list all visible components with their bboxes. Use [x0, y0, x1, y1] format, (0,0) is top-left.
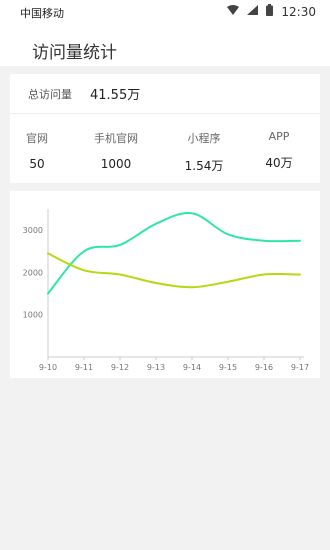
y-tick-label: 2000: [23, 268, 43, 277]
stat-mobile-website: 手机官网 1000: [81, 130, 151, 171]
total-visits-value: 41.55万: [90, 88, 141, 103]
status-bar: 中国移动 12:30: [0, 0, 330, 24]
stat-app: APP 40万: [244, 130, 314, 171]
series-line-1: [47, 211, 301, 295]
total-visits-row: 总访问量 41.55万: [10, 74, 320, 113]
x-tick-label: 9-16: [255, 363, 273, 372]
visits-chart-card: 1000 2000 3000 9-10 9-11 9-12 9-13 9-14 9-15 9-16…: [10, 191, 320, 378]
stat-value: 40万: [265, 156, 293, 170]
signal-icon: [247, 5, 259, 18]
x-tick-label: 9-14: [183, 363, 201, 372]
stat-label: 手机官网: [94, 132, 138, 145]
divider: [10, 66, 320, 74]
stat-label: APP: [268, 130, 290, 143]
total-visits-label: 总访问量: [28, 87, 72, 101]
x-tick-label: 9-12: [111, 363, 129, 372]
bottom-panel: [10, 378, 320, 546]
battery-icon: [266, 4, 274, 19]
x-tick-label: 9-15: [219, 363, 237, 372]
stat-value: 1.54万: [184, 159, 224, 173]
stat-label: 官网: [26, 132, 48, 145]
visits-line-chart: 1000 2000 3000 9-10 9-11 9-12 9-13 9-14 9-15 9-16…: [23, 209, 309, 372]
stat-label: 小程序: [187, 132, 221, 145]
stats-row: 官网 50 手机官网 1000 小程序 1.54万 APP 40万: [10, 114, 320, 183]
x-tick-label: 9-11: [75, 363, 93, 372]
series-line-2: [47, 252, 301, 289]
x-tick-label: 9-13: [147, 363, 165, 372]
stat-value: 50: [29, 157, 45, 171]
x-tick-label: 9-10: [39, 363, 57, 372]
y-tick-label: 3000: [23, 226, 43, 235]
stat-website: 官网 50: [2, 130, 72, 171]
page-title: 访问量统计: [32, 43, 117, 63]
status-time: 12:30: [281, 4, 316, 19]
stat-value: 1000: [100, 157, 132, 171]
header: 访问量统计: [0, 24, 330, 66]
wifi-icon: [227, 5, 240, 18]
status-icons: 12:30: [227, 4, 316, 19]
x-tick-label: 9-17: [291, 363, 309, 372]
divider: [10, 183, 320, 191]
y-tick-label: 1000: [23, 311, 43, 320]
carrier-label: 中国移动: [20, 7, 64, 20]
stat-mini-program: 小程序 1.54万: [169, 130, 239, 174]
